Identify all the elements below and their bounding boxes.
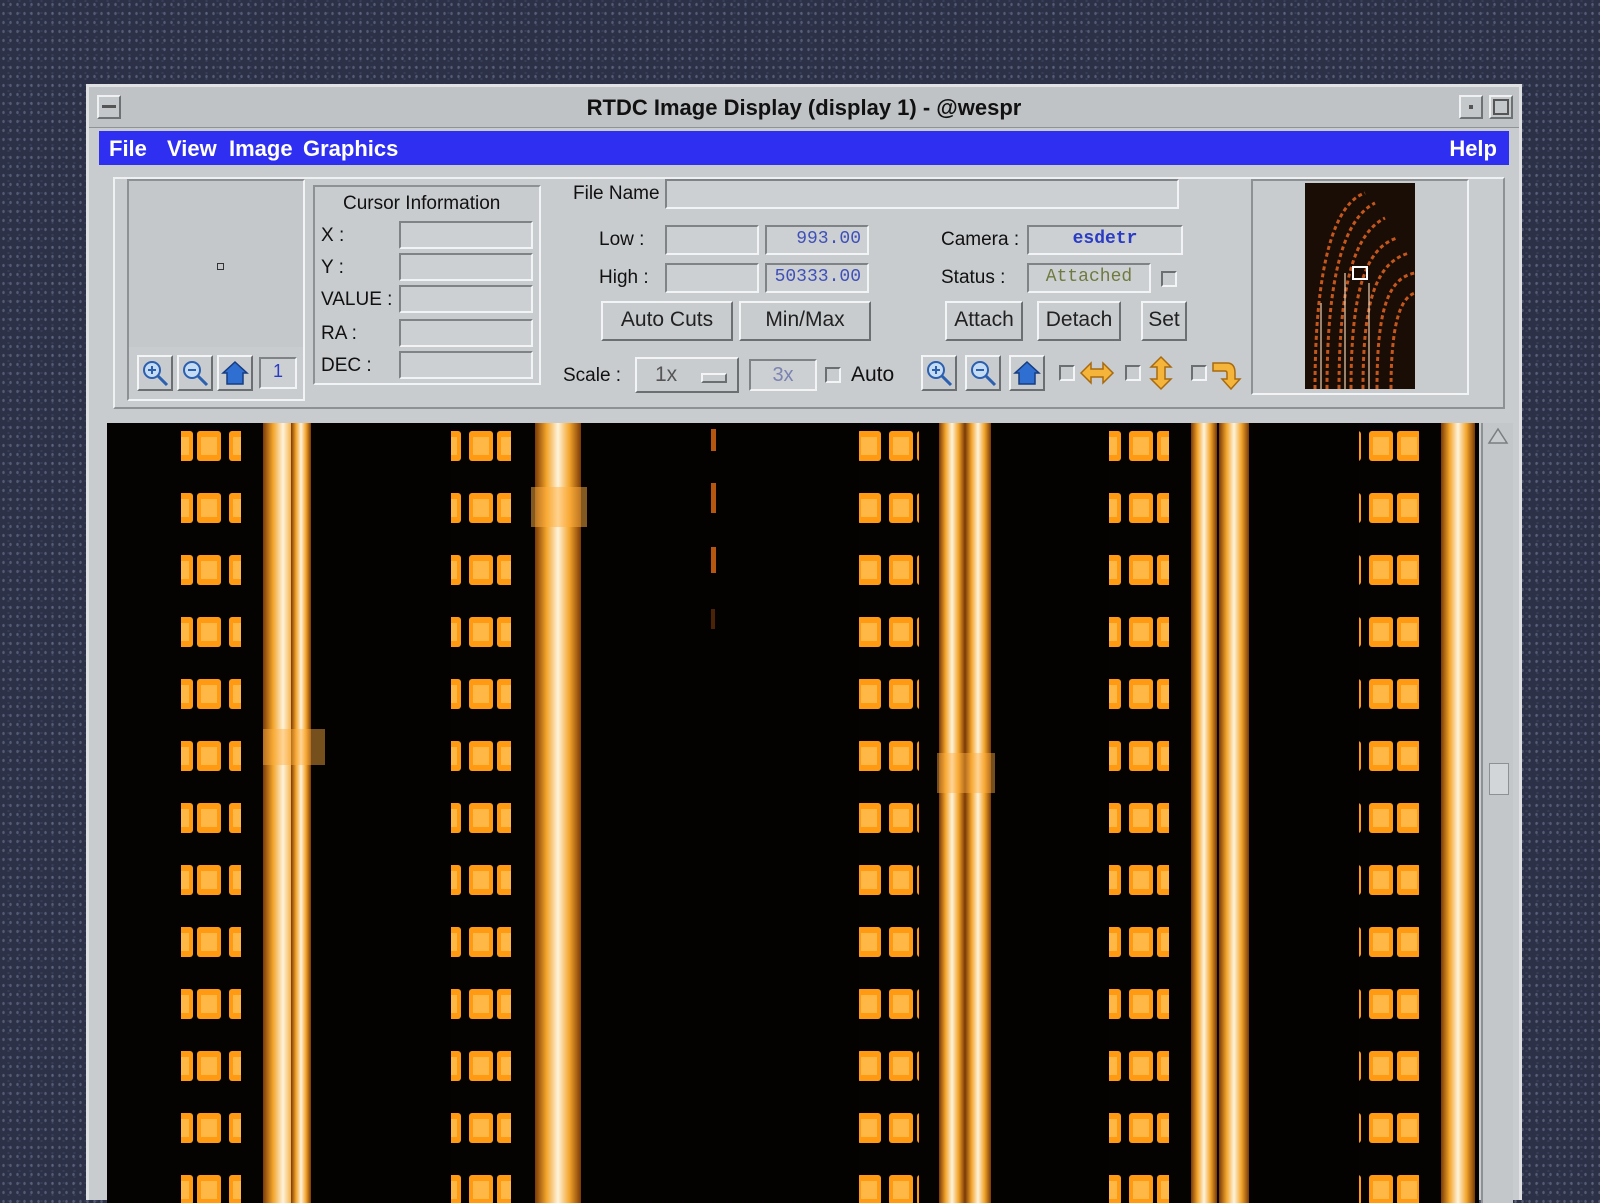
ra-label: RA : — [321, 323, 357, 344]
high-value: 50333.00 — [765, 263, 869, 293]
menu-help[interactable]: Help — [1449, 136, 1497, 162]
zoom-view[interactable] — [129, 181, 303, 347]
low-label: Low : — [599, 229, 645, 250]
scale-select[interactable]: 1x — [635, 357, 739, 393]
y-label: Y : — [321, 257, 344, 278]
auto-scale-checkbox[interactable] — [825, 367, 841, 383]
high-label: High : — [599, 267, 649, 288]
home-icon — [221, 360, 249, 385]
file-name-field[interactable] — [665, 179, 1179, 209]
zoom-in-icon — [143, 361, 169, 387]
viewport-marker — [1352, 266, 1368, 280]
maximize-button[interactable] — [1489, 95, 1513, 119]
spot-column — [859, 423, 919, 1203]
value-label: VALUE : — [321, 289, 393, 310]
spot-column — [1359, 423, 1419, 1203]
status-field: Attached — [1027, 263, 1151, 293]
high-input[interactable] — [665, 263, 759, 293]
home-icon — [1013, 360, 1041, 385]
rotate-checkbox[interactable] — [1191, 365, 1207, 381]
dec-field — [399, 351, 533, 379]
scale-select-value: 1x — [655, 363, 678, 386]
scroll-up-icon[interactable] — [1487, 427, 1509, 445]
overview-thumbnail — [1313, 191, 1415, 389]
panner-home-button[interactable] — [217, 355, 253, 391]
menu-bar: File View Image Graphics Help — [99, 131, 1509, 165]
camera-label: Camera : — [941, 229, 1020, 250]
y-field — [399, 253, 533, 281]
flip-x-checkbox[interactable] — [1059, 365, 1075, 381]
zoom-level-field[interactable]: 1 — [259, 357, 297, 389]
auto-cuts-button[interactable]: Auto Cuts — [601, 301, 733, 341]
zoom-out-icon — [183, 361, 209, 387]
spot-column — [1109, 423, 1169, 1203]
fiber-strip — [939, 423, 965, 1203]
set-button[interactable]: Set — [1141, 301, 1187, 341]
menu-view[interactable]: View — [167, 136, 217, 162]
scale-label: Scale : — [563, 365, 622, 386]
value-field — [399, 285, 533, 313]
attach-button[interactable]: Attach — [945, 301, 1023, 341]
x-field — [399, 221, 533, 249]
overview-image[interactable] — [1305, 183, 1415, 389]
fiber-strip — [1441, 423, 1475, 1203]
scroll-thumb[interactable] — [1489, 763, 1509, 795]
fiber-strip — [1191, 423, 1217, 1203]
zoom-in-icon — [927, 361, 953, 387]
flip-y-checkbox[interactable] — [1125, 365, 1141, 381]
window-title: RTDC Image Display (display 1) - @wespr — [586, 95, 1022, 120]
zoom-out-button[interactable] — [965, 355, 1001, 391]
flip-vertical-icon[interactable] — [1147, 355, 1175, 391]
minimize-icon — [1469, 105, 1473, 109]
zoom-in-button[interactable] — [921, 355, 957, 391]
low-input[interactable] — [665, 225, 759, 255]
file-name-label: File Name — [573, 183, 660, 204]
dropdown-icon — [701, 373, 727, 383]
spot-column — [451, 423, 511, 1203]
fiber-strip — [535, 423, 581, 1203]
minimize-button[interactable] — [1459, 95, 1483, 119]
cursor-info-heading: Cursor Information — [343, 193, 501, 214]
menu-file[interactable]: File — [109, 136, 147, 162]
status-label: Status : — [941, 267, 1006, 288]
vertical-scrollbar[interactable] — [1481, 423, 1513, 1203]
home-button[interactable] — [1009, 355, 1045, 391]
title-bar[interactable]: RTDC Image Display (display 1) - @wespr — [89, 87, 1519, 128]
maximize-icon — [1493, 99, 1509, 115]
camera-field: esdetr — [1027, 225, 1183, 255]
fiber-strip — [291, 423, 311, 1203]
scale-value-field[interactable]: 3x — [749, 359, 817, 391]
panner-zoom-out-button[interactable] — [177, 355, 213, 391]
spectrum-image — [107, 423, 1479, 1203]
status-checkbox[interactable] — [1161, 271, 1177, 287]
fiber-strip — [965, 423, 991, 1203]
detach-button[interactable]: Detach — [1037, 301, 1121, 341]
auto-scale-label: Auto — [851, 363, 895, 386]
menu-graphics[interactable]: Graphics — [303, 136, 398, 162]
x-label: X : — [321, 225, 345, 246]
fiber-strip — [1219, 423, 1249, 1203]
menu-image[interactable]: Image — [229, 136, 293, 162]
min-max-button[interactable]: Min/Max — [739, 301, 871, 341]
dec-label: DEC : — [321, 355, 372, 376]
control-panel: 1 Cursor Information X : Y : VALUE : RA … — [113, 177, 1505, 409]
panner-zoom-in-button[interactable] — [137, 355, 173, 391]
ra-field — [399, 319, 533, 347]
overview-panel — [1251, 179, 1469, 395]
spot-column — [181, 423, 241, 1203]
zoom-out-icon — [971, 361, 997, 387]
zoom-panel: 1 — [127, 179, 305, 401]
cursor-marker — [217, 263, 224, 270]
cursor-info-panel: Cursor Information X : Y : VALUE : RA : … — [313, 185, 541, 385]
low-value: 993.00 — [765, 225, 869, 255]
flip-horizontal-icon[interactable] — [1079, 359, 1115, 387]
image-canvas[interactable] — [107, 423, 1479, 1203]
rotate-icon[interactable] — [1209, 355, 1243, 391]
main-window: RTDC Image Display (display 1) - @wespr … — [86, 84, 1522, 1203]
